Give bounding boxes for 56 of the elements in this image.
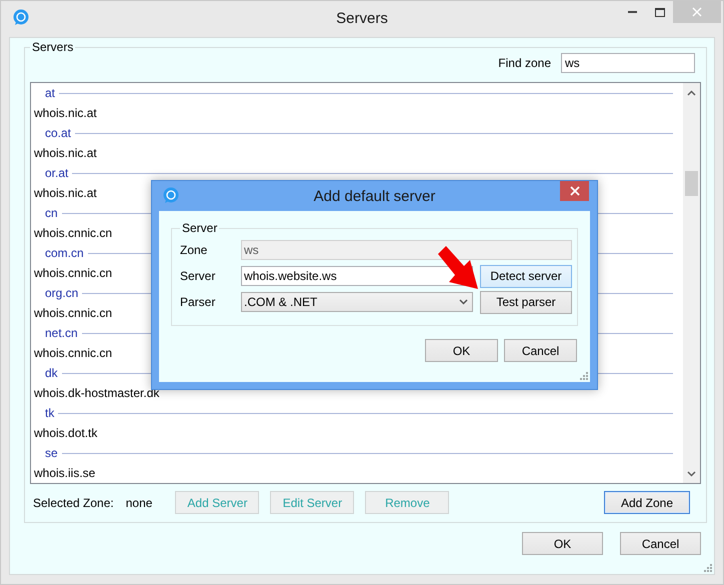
zone-header[interactable]: or.at — [45, 166, 68, 180]
zone-header[interactable]: at — [45, 86, 56, 100]
maximize-icon — [654, 8, 664, 16]
server-item[interactable]: whois.cnnic.cn — [34, 226, 112, 240]
resize-grip-icon[interactable] — [580, 372, 588, 380]
server-item[interactable]: whois.cnnic.cn — [34, 266, 112, 280]
test-parser-button[interactable]: Test parser — [480, 290, 572, 314]
text-field[interactable]: whois.website.ws — [241, 266, 473, 286]
field-label: Server — [180, 269, 216, 283]
cancel-button[interactable]: Cancel — [504, 339, 577, 362]
minimize-icon — [628, 11, 637, 13]
zone-header[interactable]: cn — [45, 206, 58, 220]
server-item[interactable]: whois.dot.tk — [34, 426, 98, 440]
zone-header[interactable]: net.cn — [45, 326, 78, 340]
zone-header[interactable]: tk — [45, 406, 54, 420]
selected-zone-value: none — [126, 496, 152, 510]
server-item[interactable]: whois.iis.se — [34, 466, 96, 480]
server-item[interactable]: whois.nic.at — [34, 186, 97, 200]
group-label: Server — [181, 221, 218, 235]
add-zone-button[interactable]: Add Zone — [604, 491, 690, 514]
app-logo-icon — [163, 187, 179, 204]
scroll-thumb[interactable] — [685, 171, 698, 196]
server-item[interactable]: whois.dk-hostmaster.dk — [34, 386, 160, 400]
find-zone-field[interactable]: ws — [561, 53, 695, 73]
field-label: Zone — [180, 243, 208, 257]
cancel-button[interactable]: Cancel — [620, 532, 701, 555]
app-logo-icon — [13, 9, 29, 26]
server-item[interactable]: whois.nic.at — [34, 106, 97, 120]
zone-header[interactable]: org.cn — [45, 286, 78, 300]
dialog-title: Add default server — [314, 188, 436, 204]
close-button[interactable] — [560, 181, 589, 201]
scrollbar[interactable] — [683, 83, 700, 483]
server-item[interactable]: whois.cnnic.cn — [34, 306, 112, 320]
close-icon — [570, 186, 580, 196]
group-label: Servers — [31, 40, 74, 54]
chevron-down-icon — [459, 299, 468, 305]
ok-button[interactable]: OK — [425, 339, 498, 362]
ok-button[interactable]: OK — [522, 532, 603, 555]
server-item[interactable]: whois.cnnic.cn — [34, 346, 112, 360]
scroll-up-icon[interactable] — [687, 90, 696, 96]
dropdown-value: .COM & .NET — [244, 295, 318, 309]
dropdown[interactable]: .COM & .NET — [241, 292, 473, 312]
annotation-arrow — [438, 246, 478, 289]
resize-grip-icon[interactable] — [704, 564, 712, 572]
detect-server-button[interactable]: Detect server — [480, 264, 572, 288]
zone-header[interactable]: com.cn — [45, 246, 84, 260]
zone-header[interactable]: co.at — [45, 126, 72, 140]
scroll-down-icon[interactable] — [687, 471, 696, 477]
zone-header[interactable]: se — [45, 446, 58, 460]
close-icon — [692, 7, 702, 17]
field-label: Parser — [180, 295, 216, 309]
selected-zone-label: Selected Zone: — [33, 496, 114, 510]
window-title: Servers — [336, 10, 388, 26]
server-item[interactable]: whois.nic.at — [34, 146, 97, 160]
find-zone-label: Find zone — [498, 56, 551, 70]
zone-header[interactable]: dk — [45, 366, 58, 380]
